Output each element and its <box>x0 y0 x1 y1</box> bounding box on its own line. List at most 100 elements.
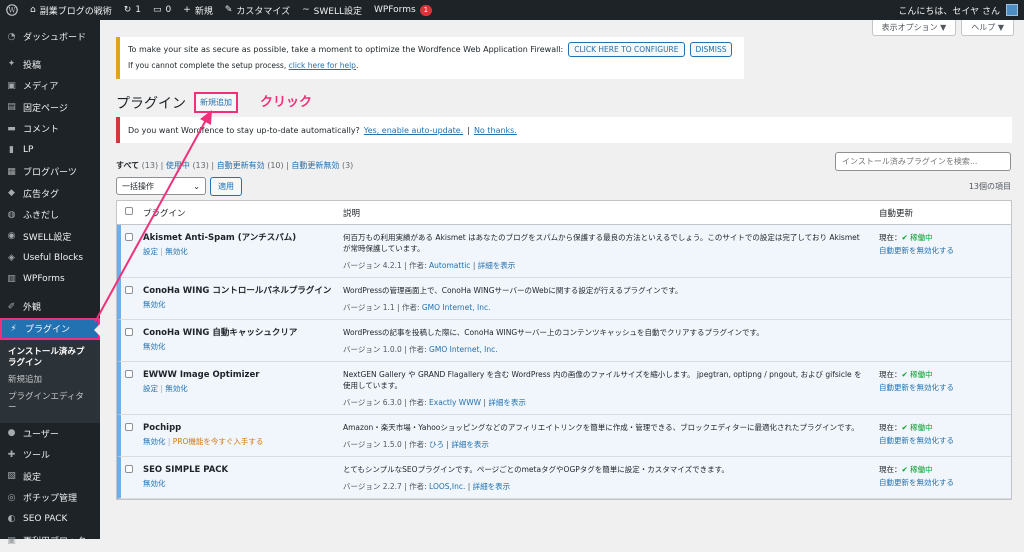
account-menu[interactable]: こんにちは、セイヤ さん <box>892 0 1024 20</box>
select-all-checkbox[interactable] <box>125 207 133 215</box>
view-details-link[interactable]: 詳細を表示 <box>478 261 516 270</box>
help-link[interactable]: click here for help <box>289 61 356 70</box>
plugin-action-link[interactable]: 無効化 <box>143 437 166 446</box>
auto-update-notice: Do you want Wordfence to stay up-to-date… <box>116 117 1012 143</box>
wpforms-link[interactable]: WPForms 1 <box>368 0 438 20</box>
view-details-link[interactable]: 詳細を表示 <box>451 440 489 449</box>
row-checkbox[interactable] <box>125 286 133 294</box>
menu-plugins[interactable]: ⚡ プラグイン <box>0 317 100 340</box>
new-label: 新規 <box>194 6 213 17</box>
wordfence-notice: To make your site as secure as possible,… <box>116 37 744 79</box>
plugin-search-input[interactable] <box>835 152 1011 171</box>
wordpress-logo-icon[interactable]: W <box>0 0 24 20</box>
submenu-plugin-editor[interactable]: プラグインエディター <box>0 389 100 417</box>
plugin-name-cell: Pochipp 無効化 | PRO機能を今すぐ入手する <box>143 422 343 450</box>
auto-update-active-badge: ✔ 稼働中 <box>901 233 933 242</box>
ad-tag-icon: ◆ <box>8 188 15 199</box>
filter-auto-update-disabled[interactable]: 自動更新無効 <box>291 161 339 170</box>
menu-label: 固定ページ <box>23 103 68 114</box>
menu-pages[interactable]: ▤ 固定ページ <box>0 97 100 119</box>
menu-reusable-blocks[interactable]: ▣ 再利用ブロック <box>0 530 100 552</box>
menu-pochipp[interactable]: ◎ ポチップ管理 <box>0 487 100 509</box>
menu-tools[interactable]: ✚ ツール <box>0 444 100 466</box>
row-checkbox[interactable] <box>125 465 133 473</box>
plugin-action-link[interactable]: 無効化 <box>143 479 166 488</box>
plugin-action-link[interactable]: 無効化 <box>165 247 188 256</box>
menu-swell-settings[interactable]: ◉ SWELL設定 <box>0 226 100 248</box>
page-title: プラグイン <box>116 95 186 112</box>
plugin-author-link[interactable]: Automattic <box>429 261 470 270</box>
menu-useful-blocks[interactable]: ◈ Useful Blocks <box>0 247 100 269</box>
disable-auto-update-link[interactable]: 自動更新を無効化する <box>879 383 954 392</box>
plugin-action-link[interactable]: 無効化 <box>143 300 166 309</box>
plugin-version: バージョン 2.2.7 | 作者: <box>343 482 430 491</box>
menu-label: ポチップ管理 <box>23 494 78 505</box>
view-details-link[interactable]: 詳細を表示 <box>488 398 526 407</box>
plugin-author-link[interactable]: LOOS,Inc. <box>429 482 465 491</box>
menu-balloon[interactable]: ◍ ふきだし <box>0 204 100 226</box>
menu-comments[interactable]: ▬ コメント <box>0 118 100 140</box>
plugin-action-link[interactable]: 無効化 <box>143 342 166 351</box>
customize-link[interactable]: ✎ カスタマイズ <box>219 0 296 20</box>
disable-auto-update-link[interactable]: 自動更新を無効化する <box>879 436 954 445</box>
menu-ad-tags[interactable]: ◆ 広告タグ <box>0 183 100 205</box>
menu-appearance[interactable]: ✐ 外観 <box>0 296 100 318</box>
no-thanks-link[interactable]: No thanks. <box>474 126 517 135</box>
plugin-author-link[interactable]: ひろ <box>429 440 444 449</box>
filter-all[interactable]: すべて <box>116 161 139 170</box>
plugin-action-link[interactable]: 設定 <box>143 247 158 256</box>
filter-active[interactable]: 使用中 <box>166 161 190 170</box>
comments-link[interactable]: ▭ 0 <box>147 0 177 20</box>
plugin-description: WordPressの管理画面上で、ConoHa WINGサーバーのWebに関する… <box>343 286 683 295</box>
plugin-action-link[interactable]: PRO機能を今すぐ入手する <box>173 437 264 446</box>
view-details-link[interactable]: 詳細を表示 <box>473 482 511 491</box>
blocks-icon: ◈ <box>8 252 15 263</box>
bulk-action-select[interactable]: 一括操作 ⌄ <box>116 177 206 195</box>
menu-lp[interactable]: ▮ LP <box>0 140 100 162</box>
row-checkbox[interactable] <box>125 423 133 431</box>
menu-media[interactable]: ▣ メディア <box>0 75 100 97</box>
menu-wpforms[interactable]: ▥ WPForms <box>0 269 100 291</box>
auto-update-text: Do you want Wordfence to stay up-to-date… <box>128 125 360 135</box>
menu-posts[interactable]: ✦ 投稿 <box>0 54 100 76</box>
updates-link[interactable]: ↻ 1 <box>118 0 147 20</box>
swell-settings-link[interactable]: ~ SWELL設定 <box>296 0 368 20</box>
plugin-author-link[interactable]: GMO Internet, Inc. <box>429 345 498 354</box>
plugin-description-cell: NextGEN Gallery や GRAND Flagallery を含む W… <box>343 369 879 408</box>
plugin-author-link[interactable]: Exactly WWW <box>429 398 481 407</box>
filter-auto-update-enabled[interactable]: 自動更新有効 <box>217 161 265 170</box>
new-content-link[interactable]: + 新規 <box>177 0 219 20</box>
row-checkbox[interactable] <box>125 370 133 378</box>
row-checkbox[interactable] <box>125 328 133 336</box>
menu-settings[interactable]: ▧ 設定 <box>0 466 100 488</box>
plugin-author-link[interactable]: GMO Internet, Inc. <box>422 303 491 312</box>
menu-dashboard[interactable]: ◔ ダッシュボード <box>0 26 100 48</box>
plugin-action-link[interactable]: 無効化 <box>165 384 188 393</box>
separator: | <box>470 261 478 270</box>
disable-auto-update-link[interactable]: 自動更新を無効化する <box>879 478 954 487</box>
plugin-action-link[interactable]: 設定 <box>143 384 158 393</box>
enable-auto-update-link[interactable]: Yes, enable auto-update. <box>364 126 463 135</box>
configure-button[interactable]: CLICK HERE TO CONFIGURE <box>568 42 685 57</box>
disable-auto-update-link[interactable]: 自動更新を無効化する <box>879 246 954 255</box>
submenu-installed-plugins[interactable]: インストール済みプラグイン <box>0 344 100 372</box>
plugin-version: バージョン 1.0.0 | 作者: <box>343 345 430 354</box>
plugin-meta: バージョン 6.3.0 | 作者: Exactly WWW | 詳細を表示 <box>343 397 869 408</box>
menu-seo-pack[interactable]: ◐ SEO PACK <box>0 509 100 531</box>
dismiss-button[interactable]: DISMISS <box>689 42 733 57</box>
submenu-add-new[interactable]: 新規追加 <box>0 372 100 389</box>
table-row: Akismet Anti-Spam (アンチスパム) 設定 | 無効化 何百万もの利… <box>117 225 1011 278</box>
settings-icon: ▧ <box>7 471 16 482</box>
site-name-link[interactable]: ⌂ 副業ブログの戦術 <box>24 0 118 20</box>
plugin-version: バージョン 6.3.0 | 作者: <box>343 398 430 407</box>
add-new-button[interactable]: 新規追加 <box>194 92 238 113</box>
menu-blog-parts[interactable]: ▦ ブログパーツ <box>0 161 100 183</box>
row-checkbox[interactable] <box>125 233 133 241</box>
apply-button[interactable]: 適用 <box>210 177 242 196</box>
help-button[interactable]: ヘルプ ▼ <box>961 20 1014 36</box>
table-row: ConoHa WING 自動キャッシュクリア 無効化 WordPressの記事を投稿… <box>117 320 1011 362</box>
screen-options-button[interactable]: 表示オプション ▼ <box>871 20 957 36</box>
plugin-name-cell: SEO SIMPLE PACK 無効化 <box>143 464 343 492</box>
menu-users[interactable]: ● ユーザー <box>0 423 100 445</box>
pochipp-icon: ◎ <box>7 492 16 503</box>
